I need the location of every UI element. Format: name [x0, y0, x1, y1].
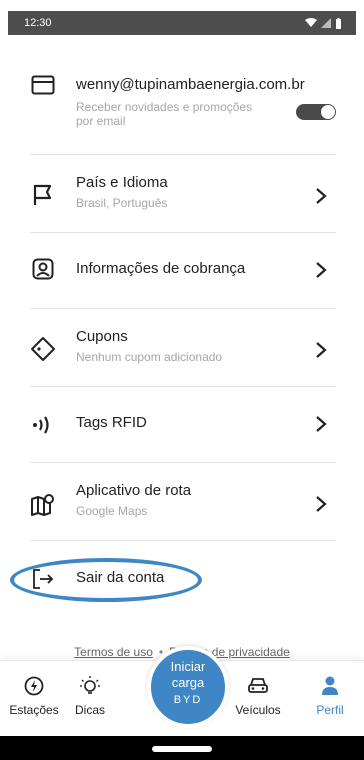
tab-stations[interactable]: Estações	[2, 675, 66, 717]
fab-line-1: Iniciar	[170, 659, 206, 674]
email-address: wenny@tupinambaenergia.com.br	[76, 76, 305, 93]
start-charging-button[interactable]: Iniciar carga BYD	[147, 646, 229, 728]
settings-item-label: País e Idioma	[76, 174, 168, 191]
email-row: wenny@tupinambaenergia.com.br Receber no…	[30, 70, 336, 140]
home-indicator[interactable]	[152, 746, 212, 752]
settings-item-sub: Nenhum cupom adicionado	[76, 350, 223, 364]
byd-logo: BYD	[173, 694, 203, 706]
tab-profile[interactable]: Perfil	[298, 675, 362, 717]
toggle-knob	[321, 105, 335, 119]
flag-icon	[30, 182, 56, 208]
profile-icon	[298, 675, 362, 697]
rfid-icon	[30, 412, 56, 438]
logout-highlight-circle	[10, 558, 202, 602]
divider	[30, 462, 336, 463]
signal-icon	[321, 18, 331, 28]
tab-label: Perfil	[316, 703, 344, 717]
newsletter-toggle[interactable]	[296, 104, 336, 120]
system-nav-bar	[0, 736, 364, 760]
billing-icon	[30, 256, 56, 282]
settings-item-billing[interactable]: Informações de cobrança	[30, 250, 336, 294]
chevron-right-icon	[316, 342, 327, 358]
settings-item-route-app[interactable]: Aplicativo de rota Google Maps	[30, 482, 336, 526]
chevron-right-icon	[316, 188, 327, 204]
chevron-right-icon	[316, 262, 327, 278]
tab-label: Veículos	[235, 703, 281, 717]
settings-item-label: Tags RFID	[76, 414, 147, 431]
mail-icon	[30, 72, 56, 98]
wifi-icon	[305, 18, 317, 27]
divider	[30, 154, 336, 155]
divider	[30, 232, 336, 233]
divider	[30, 308, 336, 309]
tab-tips[interactable]: Dicas	[58, 675, 122, 717]
settings-item-label: Aplicativo de rota	[76, 482, 192, 499]
settings-item-sub: Google Maps	[76, 504, 148, 518]
lightbulb-icon	[58, 675, 122, 697]
settings-item-label: Informações de cobrança	[76, 260, 246, 277]
settings-item-sub: Brasil, Português	[76, 196, 168, 210]
settings-item-language[interactable]: País e Idioma Brasil, Português	[30, 172, 336, 216]
settings-item-rfid[interactable]: Tags RFID	[30, 406, 336, 446]
divider	[30, 386, 336, 387]
settings-item-label: Cupons	[76, 328, 128, 345]
chevron-right-icon	[316, 416, 327, 432]
car-icon	[226, 675, 290, 697]
status-icons	[305, 17, 342, 29]
fab-line-2: carga	[171, 675, 205, 690]
battery-icon	[336, 17, 341, 29]
tab-label: Dicas	[74, 703, 105, 717]
newsletter-line-1: Receber novidades e promoções	[76, 100, 253, 114]
terms-link[interactable]: Termos de uso	[74, 645, 153, 659]
settings-item-coupons[interactable]: Cupons Nenhum cupom adicionado	[30, 328, 336, 372]
coupon-icon	[30, 336, 56, 362]
map-icon	[30, 492, 56, 518]
divider	[30, 540, 336, 541]
chevron-right-icon	[316, 496, 327, 512]
status-bar-inner: 12:30	[8, 11, 356, 35]
status-bar: 12:30	[0, 0, 364, 36]
tab-label: Estações	[9, 703, 59, 717]
newsletter-line-2: por email	[76, 114, 126, 128]
tab-vehicles[interactable]: Veículos	[226, 675, 290, 717]
status-time: 12:30	[24, 17, 52, 29]
charging-station-icon	[2, 675, 66, 697]
